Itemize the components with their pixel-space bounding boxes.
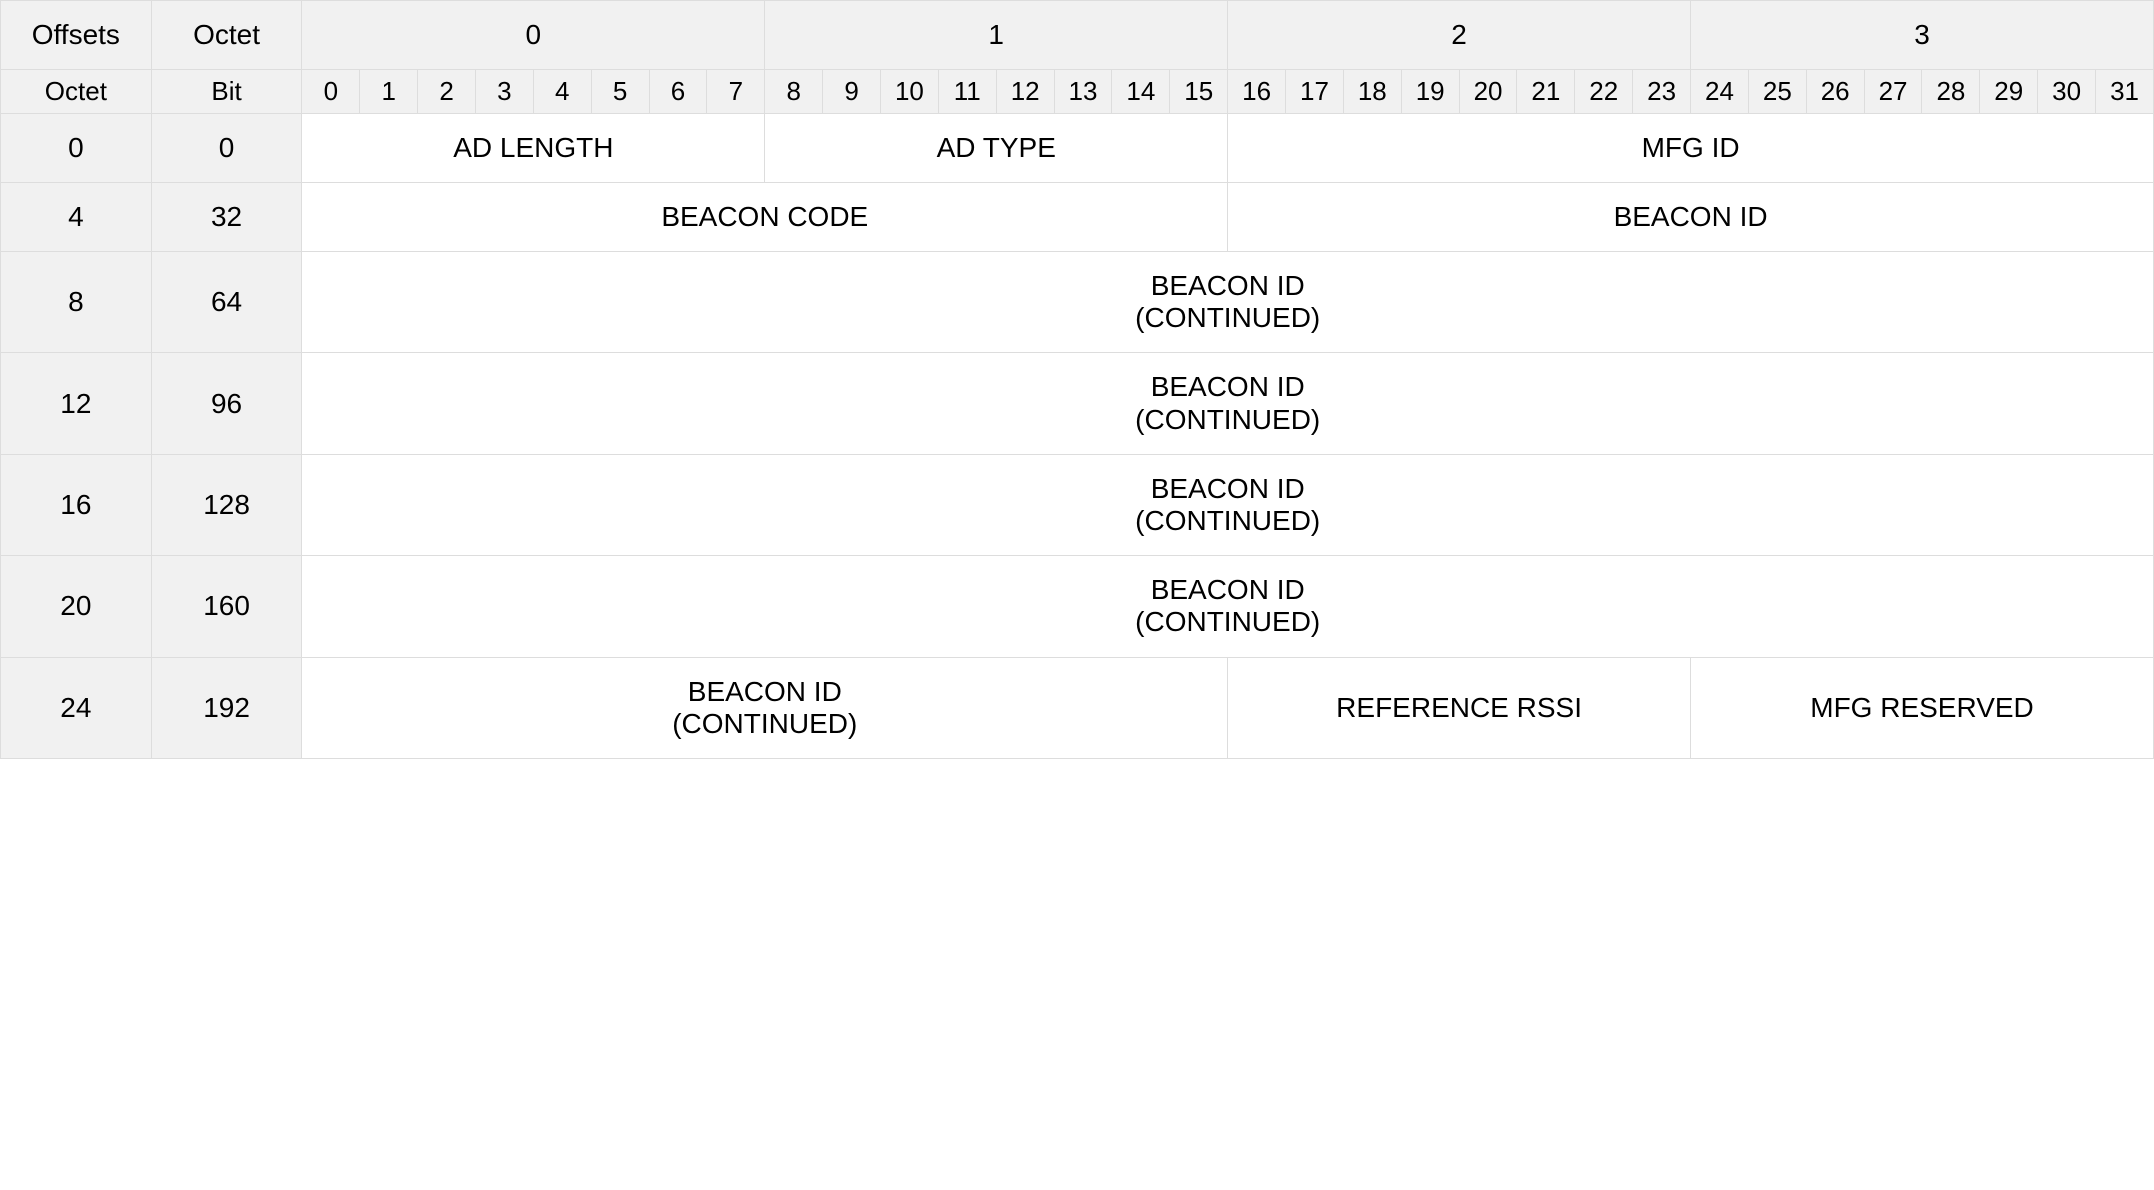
row-octet-offset: 20 <box>1 556 152 657</box>
row-bit-offset: 128 <box>151 454 302 555</box>
bit-3: 3 <box>475 70 533 114</box>
bit-24: 24 <box>1691 70 1749 114</box>
field-cell: BEACON ID(CONTINUED) <box>302 556 2154 657</box>
header-octet-2: Octet <box>1 70 152 114</box>
octet-group-2: 2 <box>1228 1 1691 70</box>
bit-7: 7 <box>707 70 765 114</box>
bit-30: 30 <box>2038 70 2096 114</box>
header-octet: Octet <box>151 1 302 70</box>
data-row: 432BEACON CODEBEACON ID <box>1 183 2154 252</box>
header-offsets: Offsets <box>1 1 152 70</box>
data-row: 864BEACON ID(CONTINUED) <box>1 252 2154 353</box>
field-cell: REFERENCE RSSI <box>1228 657 1691 758</box>
row-bit-offset: 96 <box>151 353 302 454</box>
bit-26: 26 <box>1806 70 1864 114</box>
bit-0: 0 <box>302 70 360 114</box>
header-bit: Bit <box>151 70 302 114</box>
bit-2: 2 <box>418 70 476 114</box>
row-bit-offset: 192 <box>151 657 302 758</box>
data-row: 00AD LENGTHAD TYPEMFG ID <box>1 114 2154 183</box>
field-cell: BEACON CODE <box>302 183 1228 252</box>
data-row: 24192BEACON ID(CONTINUED)REFERENCE RSSIM… <box>1 657 2154 758</box>
bit-31: 31 <box>2096 70 2154 114</box>
bit-21: 21 <box>1517 70 1575 114</box>
bit-12: 12 <box>996 70 1054 114</box>
bit-15: 15 <box>1170 70 1228 114</box>
bit-11: 11 <box>938 70 996 114</box>
row-bit-offset: 32 <box>151 183 302 252</box>
row-bit-offset: 160 <box>151 556 302 657</box>
field-cell: BEACON ID <box>1228 183 2154 252</box>
bit-5: 5 <box>591 70 649 114</box>
bit-14: 14 <box>1112 70 1170 114</box>
bit-28: 28 <box>1922 70 1980 114</box>
field-cell: MFG RESERVED <box>1691 657 2154 758</box>
field-cell: BEACON ID(CONTINUED) <box>302 454 2154 555</box>
bit-20: 20 <box>1459 70 1517 114</box>
bit-22: 22 <box>1575 70 1633 114</box>
row-octet-offset: 12 <box>1 353 152 454</box>
bit-18: 18 <box>1343 70 1401 114</box>
bit-4: 4 <box>533 70 591 114</box>
row-bit-offset: 0 <box>151 114 302 183</box>
header-row-bits: Octet Bit 0 1 2 3 4 5 6 7 8 9 10 11 12 1… <box>1 70 2154 114</box>
bit-1: 1 <box>360 70 418 114</box>
bit-9: 9 <box>823 70 881 114</box>
field-cell: AD LENGTH <box>302 114 765 183</box>
row-octet-offset: 0 <box>1 114 152 183</box>
bit-10: 10 <box>881 70 939 114</box>
header-row-octet-groups: Offsets Octet 0 1 2 3 <box>1 1 2154 70</box>
bit-25: 25 <box>1748 70 1806 114</box>
bit-29: 29 <box>1980 70 2038 114</box>
bit-13: 13 <box>1054 70 1112 114</box>
bit-19: 19 <box>1401 70 1459 114</box>
field-cell: MFG ID <box>1228 114 2154 183</box>
field-cell: BEACON ID(CONTINUED) <box>302 657 1228 758</box>
octet-group-3: 3 <box>1691 1 2154 70</box>
field-cell: AD TYPE <box>765 114 1228 183</box>
bit-8: 8 <box>765 70 823 114</box>
data-row: 1296BEACON ID(CONTINUED) <box>1 353 2154 454</box>
data-row: 16128BEACON ID(CONTINUED) <box>1 454 2154 555</box>
bit-6: 6 <box>649 70 707 114</box>
bit-23: 23 <box>1633 70 1691 114</box>
row-octet-offset: 16 <box>1 454 152 555</box>
bit-27: 27 <box>1864 70 1922 114</box>
octet-group-1: 1 <box>765 1 1228 70</box>
data-row: 20160BEACON ID(CONTINUED) <box>1 556 2154 657</box>
bit-16: 16 <box>1228 70 1286 114</box>
row-bit-offset: 64 <box>151 252 302 353</box>
row-octet-offset: 24 <box>1 657 152 758</box>
row-octet-offset: 8 <box>1 252 152 353</box>
field-cell: BEACON ID(CONTINUED) <box>302 353 2154 454</box>
packet-layout-table: Offsets Octet 0 1 2 3 Octet Bit 0 1 2 3 … <box>0 0 2154 759</box>
field-cell: BEACON ID(CONTINUED) <box>302 252 2154 353</box>
bit-17: 17 <box>1286 70 1344 114</box>
row-octet-offset: 4 <box>1 183 152 252</box>
octet-group-0: 0 <box>302 1 765 70</box>
